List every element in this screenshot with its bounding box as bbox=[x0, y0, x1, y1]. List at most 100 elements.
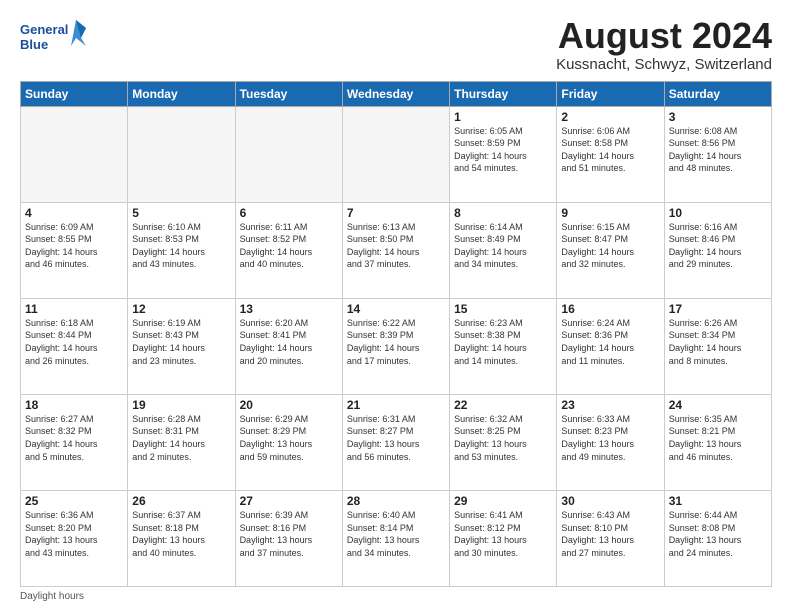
calendar-body: 1Sunrise: 6:05 AM Sunset: 8:59 PM Daylig… bbox=[21, 106, 772, 586]
calendar-cell: 29Sunrise: 6:41 AM Sunset: 8:12 PM Dayli… bbox=[450, 490, 557, 586]
day-number: 10 bbox=[669, 206, 767, 220]
day-info: Sunrise: 6:36 AM Sunset: 8:20 PM Dayligh… bbox=[25, 509, 123, 559]
calendar-cell: 26Sunrise: 6:37 AM Sunset: 8:18 PM Dayli… bbox=[128, 490, 235, 586]
calendar-cell bbox=[235, 106, 342, 202]
day-info: Sunrise: 6:22 AM Sunset: 8:39 PM Dayligh… bbox=[347, 317, 445, 367]
calendar-week-3: 11Sunrise: 6:18 AM Sunset: 8:44 PM Dayli… bbox=[21, 298, 772, 394]
day-info: Sunrise: 6:37 AM Sunset: 8:18 PM Dayligh… bbox=[132, 509, 230, 559]
day-number: 2 bbox=[561, 110, 659, 124]
day-info: Sunrise: 6:32 AM Sunset: 8:25 PM Dayligh… bbox=[454, 413, 552, 463]
day-number: 1 bbox=[454, 110, 552, 124]
title-block: August 2024 Kussnacht, Schwyz, Switzerla… bbox=[556, 16, 772, 73]
day-number: 25 bbox=[25, 494, 123, 508]
day-number: 24 bbox=[669, 398, 767, 412]
subtitle: Kussnacht, Schwyz, Switzerland bbox=[556, 56, 772, 73]
day-info: Sunrise: 6:18 AM Sunset: 8:44 PM Dayligh… bbox=[25, 317, 123, 367]
day-number: 12 bbox=[132, 302, 230, 316]
calendar-cell: 2Sunrise: 6:06 AM Sunset: 8:58 PM Daylig… bbox=[557, 106, 664, 202]
calendar-cell: 3Sunrise: 6:08 AM Sunset: 8:56 PM Daylig… bbox=[664, 106, 771, 202]
header: General Blue August 2024 Kussnacht, Schw… bbox=[20, 16, 772, 73]
calendar-cell bbox=[342, 106, 449, 202]
day-info: Sunrise: 6:06 AM Sunset: 8:58 PM Dayligh… bbox=[561, 125, 659, 175]
calendar-cell: 10Sunrise: 6:16 AM Sunset: 8:46 PM Dayli… bbox=[664, 202, 771, 298]
day-info: Sunrise: 6:10 AM Sunset: 8:53 PM Dayligh… bbox=[132, 221, 230, 271]
day-info: Sunrise: 6:43 AM Sunset: 8:10 PM Dayligh… bbox=[561, 509, 659, 559]
header-row: Sunday Monday Tuesday Wednesday Thursday… bbox=[21, 81, 772, 106]
day-number: 17 bbox=[669, 302, 767, 316]
svg-text:General: General bbox=[20, 22, 68, 37]
day-number: 7 bbox=[347, 206, 445, 220]
day-number: 8 bbox=[454, 206, 552, 220]
calendar-cell: 11Sunrise: 6:18 AM Sunset: 8:44 PM Dayli… bbox=[21, 298, 128, 394]
day-info: Sunrise: 6:16 AM Sunset: 8:46 PM Dayligh… bbox=[669, 221, 767, 271]
calendar-cell: 6Sunrise: 6:11 AM Sunset: 8:52 PM Daylig… bbox=[235, 202, 342, 298]
calendar-cell: 27Sunrise: 6:39 AM Sunset: 8:16 PM Dayli… bbox=[235, 490, 342, 586]
col-sunday: Sunday bbox=[21, 81, 128, 106]
day-info: Sunrise: 6:31 AM Sunset: 8:27 PM Dayligh… bbox=[347, 413, 445, 463]
day-info: Sunrise: 6:40 AM Sunset: 8:14 PM Dayligh… bbox=[347, 509, 445, 559]
calendar-week-4: 18Sunrise: 6:27 AM Sunset: 8:32 PM Dayli… bbox=[21, 394, 772, 490]
day-info: Sunrise: 6:09 AM Sunset: 8:55 PM Dayligh… bbox=[25, 221, 123, 271]
col-wednesday: Wednesday bbox=[342, 81, 449, 106]
logo: General Blue bbox=[20, 16, 90, 60]
calendar-cell: 30Sunrise: 6:43 AM Sunset: 8:10 PM Dayli… bbox=[557, 490, 664, 586]
day-info: Sunrise: 6:28 AM Sunset: 8:31 PM Dayligh… bbox=[132, 413, 230, 463]
day-number: 20 bbox=[240, 398, 338, 412]
day-info: Sunrise: 6:39 AM Sunset: 8:16 PM Dayligh… bbox=[240, 509, 338, 559]
calendar-cell bbox=[128, 106, 235, 202]
calendar-week-1: 1Sunrise: 6:05 AM Sunset: 8:59 PM Daylig… bbox=[21, 106, 772, 202]
day-number: 21 bbox=[347, 398, 445, 412]
day-number: 11 bbox=[25, 302, 123, 316]
day-info: Sunrise: 6:41 AM Sunset: 8:12 PM Dayligh… bbox=[454, 509, 552, 559]
calendar-cell: 16Sunrise: 6:24 AM Sunset: 8:36 PM Dayli… bbox=[557, 298, 664, 394]
col-tuesday: Tuesday bbox=[235, 81, 342, 106]
day-info: Sunrise: 6:27 AM Sunset: 8:32 PM Dayligh… bbox=[25, 413, 123, 463]
day-info: Sunrise: 6:05 AM Sunset: 8:59 PM Dayligh… bbox=[454, 125, 552, 175]
day-info: Sunrise: 6:26 AM Sunset: 8:34 PM Dayligh… bbox=[669, 317, 767, 367]
day-info: Sunrise: 6:08 AM Sunset: 8:56 PM Dayligh… bbox=[669, 125, 767, 175]
day-number: 4 bbox=[25, 206, 123, 220]
day-number: 22 bbox=[454, 398, 552, 412]
calendar-cell: 21Sunrise: 6:31 AM Sunset: 8:27 PM Dayli… bbox=[342, 394, 449, 490]
day-info: Sunrise: 6:15 AM Sunset: 8:47 PM Dayligh… bbox=[561, 221, 659, 271]
calendar-cell: 19Sunrise: 6:28 AM Sunset: 8:31 PM Dayli… bbox=[128, 394, 235, 490]
calendar-cell: 18Sunrise: 6:27 AM Sunset: 8:32 PM Dayli… bbox=[21, 394, 128, 490]
day-info: Sunrise: 6:20 AM Sunset: 8:41 PM Dayligh… bbox=[240, 317, 338, 367]
calendar-cell: 5Sunrise: 6:10 AM Sunset: 8:53 PM Daylig… bbox=[128, 202, 235, 298]
footer-note: Daylight hours bbox=[20, 591, 772, 602]
calendar-cell: 1Sunrise: 6:05 AM Sunset: 8:59 PM Daylig… bbox=[450, 106, 557, 202]
day-number: 23 bbox=[561, 398, 659, 412]
day-number: 15 bbox=[454, 302, 552, 316]
calendar-cell: 12Sunrise: 6:19 AM Sunset: 8:43 PM Dayli… bbox=[128, 298, 235, 394]
calendar-table: Sunday Monday Tuesday Wednesday Thursday… bbox=[20, 81, 772, 587]
day-number: 9 bbox=[561, 206, 659, 220]
calendar-cell: 14Sunrise: 6:22 AM Sunset: 8:39 PM Dayli… bbox=[342, 298, 449, 394]
calendar-cell: 22Sunrise: 6:32 AM Sunset: 8:25 PM Dayli… bbox=[450, 394, 557, 490]
day-info: Sunrise: 6:14 AM Sunset: 8:49 PM Dayligh… bbox=[454, 221, 552, 271]
main-title: August 2024 bbox=[556, 16, 772, 56]
calendar-cell: 15Sunrise: 6:23 AM Sunset: 8:38 PM Dayli… bbox=[450, 298, 557, 394]
calendar-cell: 25Sunrise: 6:36 AM Sunset: 8:20 PM Dayli… bbox=[21, 490, 128, 586]
calendar-cell: 20Sunrise: 6:29 AM Sunset: 8:29 PM Dayli… bbox=[235, 394, 342, 490]
day-number: 19 bbox=[132, 398, 230, 412]
day-number: 13 bbox=[240, 302, 338, 316]
day-number: 18 bbox=[25, 398, 123, 412]
day-number: 28 bbox=[347, 494, 445, 508]
calendar-cell: 28Sunrise: 6:40 AM Sunset: 8:14 PM Dayli… bbox=[342, 490, 449, 586]
svg-text:Blue: Blue bbox=[20, 37, 48, 52]
day-number: 31 bbox=[669, 494, 767, 508]
calendar-week-2: 4Sunrise: 6:09 AM Sunset: 8:55 PM Daylig… bbox=[21, 202, 772, 298]
day-info: Sunrise: 6:29 AM Sunset: 8:29 PM Dayligh… bbox=[240, 413, 338, 463]
day-info: Sunrise: 6:19 AM Sunset: 8:43 PM Dayligh… bbox=[132, 317, 230, 367]
col-friday: Friday bbox=[557, 81, 664, 106]
day-number: 30 bbox=[561, 494, 659, 508]
day-number: 16 bbox=[561, 302, 659, 316]
calendar-cell: 13Sunrise: 6:20 AM Sunset: 8:41 PM Dayli… bbox=[235, 298, 342, 394]
day-number: 6 bbox=[240, 206, 338, 220]
calendar-cell bbox=[21, 106, 128, 202]
day-info: Sunrise: 6:24 AM Sunset: 8:36 PM Dayligh… bbox=[561, 317, 659, 367]
day-number: 29 bbox=[454, 494, 552, 508]
col-thursday: Thursday bbox=[450, 81, 557, 106]
calendar-cell: 24Sunrise: 6:35 AM Sunset: 8:21 PM Dayli… bbox=[664, 394, 771, 490]
calendar-cell: 17Sunrise: 6:26 AM Sunset: 8:34 PM Dayli… bbox=[664, 298, 771, 394]
